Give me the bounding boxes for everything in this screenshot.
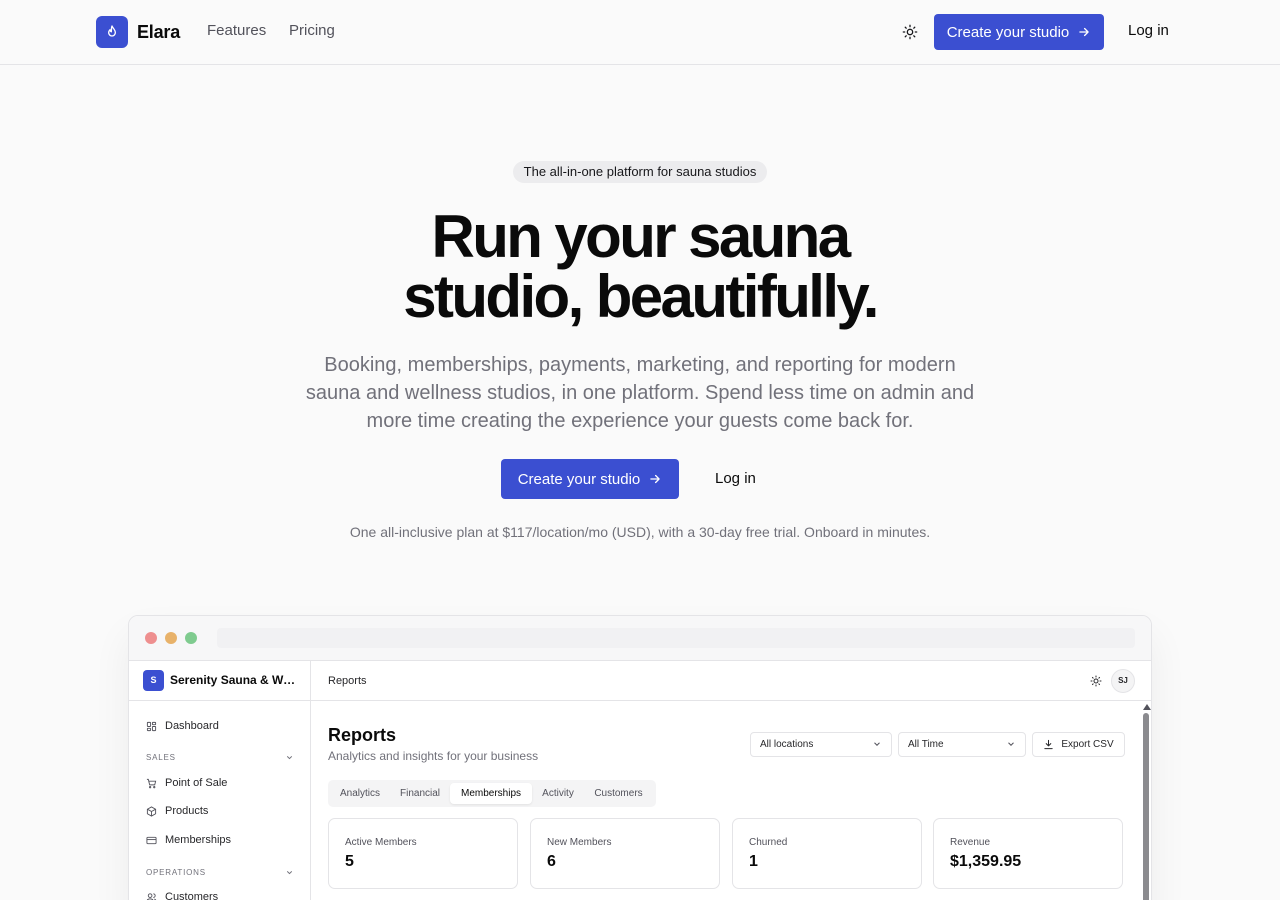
nav-link-pricing[interactable]: Pricing (289, 22, 335, 39)
sidebar-item-customers[interactable]: Customers (146, 889, 218, 900)
export-csv-button[interactable]: Export CSV (1032, 732, 1125, 757)
app-sidebar: S Serenity Sauna & Wellness Dashboard SA… (129, 661, 311, 900)
arrow-right-icon (1079, 27, 1090, 37)
hero-title-line-1: Run your sauna (431, 203, 852, 270)
studio-name: Serenity Sauna & Wellness (170, 673, 300, 687)
stat-label: Churned (749, 837, 788, 848)
card-icon (146, 836, 157, 844)
brand[interactable]: Elara (96, 16, 180, 48)
location-select[interactable]: All locations (750, 732, 892, 757)
sidebar-item-label: Customers (165, 891, 219, 900)
stat-value: 1 (749, 853, 758, 870)
sidebar-section-sales[interactable]: SALES (146, 753, 294, 765)
tab-memberships[interactable]: Memberships (450, 783, 532, 804)
location-select-value: All locations (760, 739, 814, 750)
top-navbar: Elara Features Pricing Create your studi… (0, 0, 1280, 65)
login-link[interactable]: Log in (1128, 22, 1169, 39)
download-icon (1044, 739, 1054, 750)
window-close-dot (145, 632, 157, 644)
chevron-down-icon (286, 871, 293, 875)
report-tabs: Analytics Financial Memberships Activity… (328, 780, 656, 807)
sun-icon (902, 24, 918, 40)
sidebar-section-label: OPERATIONS (146, 868, 206, 877)
time-range-select-value: All Time (908, 739, 944, 750)
hero-create-studio-button[interactable]: Create your studio (501, 459, 679, 499)
stat-label: Revenue (950, 837, 991, 848)
export-csv-label: Export CSV (1061, 739, 1114, 750)
users-icon (146, 892, 157, 900)
theme-toggle-button[interactable] (898, 20, 922, 44)
studio-switcher[interactable]: S Serenity Sauna & Wellness (129, 661, 311, 701)
create-studio-button[interactable]: Create your studio (934, 14, 1104, 50)
sidebar-item-label: Point of Sale (165, 777, 228, 789)
window-maximize-dot (185, 632, 197, 644)
stat-label: Active Members (345, 837, 417, 848)
sidebar-section-operations[interactable]: OPERATIONS (146, 868, 294, 880)
tab-customers[interactable]: Customers (585, 783, 652, 804)
chevron-down-icon (286, 756, 293, 760)
sun-icon (1090, 675, 1102, 687)
stat-value: 6 (547, 853, 556, 870)
sidebar-item-label: Memberships (165, 834, 232, 846)
app-theme-toggle[interactable] (1088, 673, 1104, 689)
hero-title-line-2: studio, beautifully. (403, 263, 879, 330)
arrow-right-icon (650, 474, 661, 484)
stat-card-new-members: New Members 6 (530, 818, 720, 889)
hero-subtitle: Booking, memberships, payments, marketin… (305, 354, 975, 432)
tab-activity[interactable]: Activity (534, 783, 582, 804)
flame-icon (96, 16, 128, 48)
window-titlebar (129, 616, 1151, 661)
app-header: Reports SJ (311, 661, 1151, 701)
breadcrumb: Reports (328, 675, 367, 687)
stat-card-revenue: Revenue $1,359.95 (933, 818, 1123, 889)
create-studio-label: Create your studio (946, 23, 1070, 41)
window-minimize-dot (165, 632, 177, 644)
cart-icon (146, 778, 157, 788)
sidebar-item-memberships[interactable]: Memberships (146, 832, 231, 848)
sidebar-item-dashboard[interactable]: Dashboard (146, 718, 219, 734)
page-title: Reports (328, 725, 397, 745)
tab-analytics[interactable]: Analytics (331, 783, 389, 804)
hero-create-studio-label: Create your studio (517, 470, 641, 488)
stat-card-churned: Churned 1 (732, 818, 922, 889)
stat-card-active-members: Active Members 5 (328, 818, 518, 889)
avatar[interactable]: SJ (1111, 669, 1135, 693)
hero-title: Run your sauna studio, beautifully. (290, 207, 990, 327)
scrollbar-thumb[interactable] (1143, 713, 1149, 900)
brand-name: Elara (137, 21, 181, 42)
pricing-note: One all-inclusive plan at $117/location/… (349, 524, 931, 540)
hero-login-link[interactable]: Log in (715, 470, 756, 487)
sidebar-item-label: Dashboard (165, 720, 219, 732)
hero-badge: The all-in-one platform for sauna studio… (513, 161, 767, 183)
package-icon (146, 805, 157, 817)
chevron-down-icon (1008, 742, 1014, 746)
app-preview-window: S Serenity Sauna & Wellness Dashboard SA… (128, 615, 1152, 900)
dashboard-icon (146, 721, 157, 731)
stat-value: $1,359.95 (950, 853, 1022, 870)
sidebar-item-products[interactable]: Products (146, 803, 208, 819)
time-range-select[interactable]: All Time (898, 732, 1026, 757)
studio-logo: S (143, 670, 164, 691)
nav-link-features[interactable]: Features (207, 22, 266, 39)
stat-label: New Members (547, 837, 612, 848)
sidebar-item-label: Products (165, 805, 209, 817)
chevron-down-icon (874, 742, 880, 746)
page-subtitle: Analytics and insights for your business (328, 749, 539, 763)
scroll-up-arrow-icon[interactable] (1143, 704, 1151, 710)
sidebar-section-label: SALES (146, 753, 176, 762)
sidebar-item-point-of-sale[interactable]: Point of Sale (146, 775, 227, 791)
tab-financial[interactable]: Financial (391, 783, 449, 804)
stat-value: 5 (345, 853, 354, 870)
window-address-bar (217, 628, 1135, 648)
